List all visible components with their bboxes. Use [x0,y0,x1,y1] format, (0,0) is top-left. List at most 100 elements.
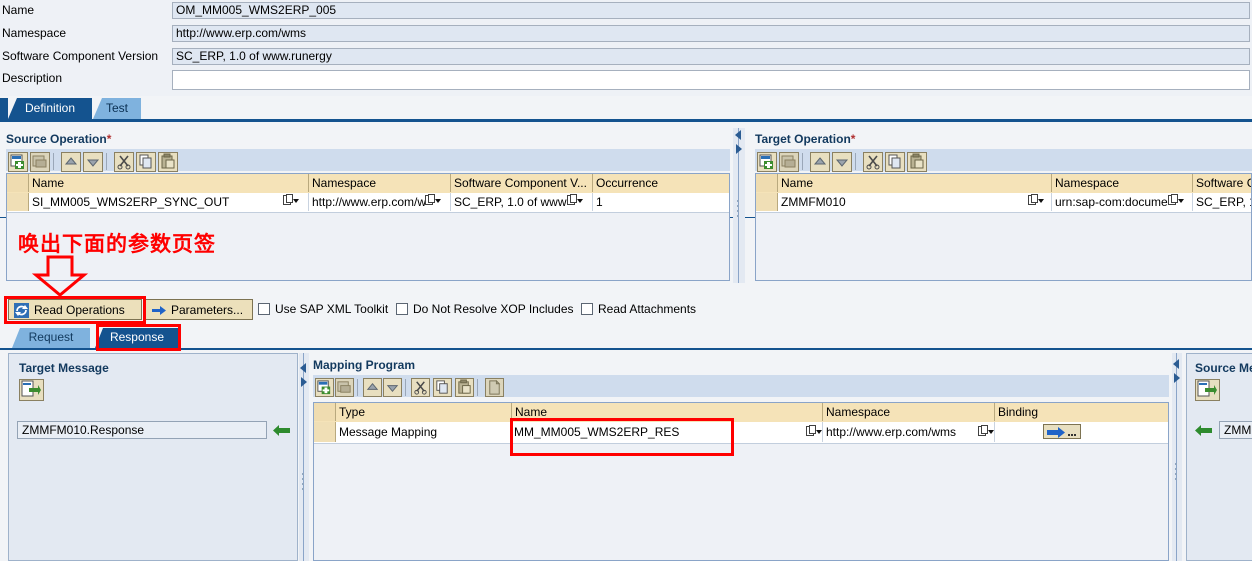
insert-row-icon[interactable] [757,152,777,172]
paste-icon[interactable] [907,152,927,172]
collapse-left-icon[interactable] [735,130,741,140]
value-help-icon[interactable] [283,194,299,209]
field-label-namespace: Namespace [2,26,67,40]
cut-icon[interactable] [863,152,883,172]
target-operation-toolbar [755,149,1252,172]
tab-definition[interactable]: Definition [8,98,92,119]
move-down-icon[interactable] [832,152,852,172]
open-editor-icon[interactable] [1195,379,1220,401]
mapping-row-name[interactable]: MM_MM005_WMS2ERP_RES [512,422,823,442]
value-help-icon[interactable] [1168,194,1184,209]
parameters-button[interactable]: Parameters... [145,299,253,320]
mapping-table-header-type[interactable]: Type [336,403,512,421]
tab-request[interactable]: Request [12,328,90,348]
mapping-row-binding[interactable] [995,422,1168,442]
target-message-panel: Target Message ZMMFM010.Response [8,353,298,561]
splitter-grip[interactable] [1174,463,1178,483]
description-field[interactable] [172,70,1250,90]
software-component-version-field[interactable]: SC_ERP, 1.0 of www.runergy [172,48,1250,65]
collapse-right-icon[interactable] [1174,373,1180,383]
source-table-header-occurrence[interactable]: Occurrence [593,174,729,192]
source-table-gutter-header [7,174,29,192]
sub-tabstrip: Request Response [0,328,1252,350]
copy-icon[interactable] [433,378,452,397]
splitter-grip[interactable] [736,200,740,220]
tab-response-label: Response [109,330,165,344]
header-form: Name OM_MM005_WMS2ERP_005 Namespace http… [0,0,1252,96]
move-up-icon[interactable] [61,152,81,172]
green-left-arrow-icon[interactable] [273,425,290,436]
target-row-name[interactable]: ZMMFM010 [778,193,1052,211]
row-selector[interactable] [7,193,29,211]
target-table-gutter-header [756,174,778,192]
checkbox-box[interactable] [581,303,593,315]
mapping-table-header-binding[interactable]: Binding [995,403,1168,421]
target-table-header-namespace[interactable]: Namespace [1052,174,1193,192]
read-operations-button[interactable]: Read Operations [8,299,142,320]
insert-row-icon[interactable] [8,152,28,172]
checkbox-box[interactable] [396,303,408,315]
tab-test[interactable]: Test [93,98,141,119]
target-table-header-name[interactable]: Name [778,174,1052,192]
cut-icon[interactable] [114,152,134,172]
row-selector[interactable] [314,422,336,442]
row-selector[interactable] [756,193,778,211]
table-row[interactable]: SI_MM005_WMS2ERP_SYNC_OUT http://www.erp… [7,193,729,213]
target-row-scv[interactable]: SC_ERP, 1 [1193,193,1251,211]
binding-arrow-icon[interactable] [1043,424,1081,439]
splitter-grip[interactable] [301,473,305,493]
target-message-title: Target Message [19,361,109,375]
mapping-row-type[interactable]: Message Mapping [336,422,512,442]
mapping-row-namespace[interactable]: http://www.erp.com/wms [823,422,995,442]
source-table-header-namespace[interactable]: Namespace [309,174,451,192]
mapping-table-header-name[interactable]: Name [512,403,823,421]
new-document-icon[interactable] [485,378,504,397]
table-row[interactable]: ZMMFM010 urn:sap-com:docume SC_ERP, 1 [756,193,1251,213]
table-row[interactable]: Message Mapping MM_MM005_WMS2ERP_RES htt… [314,422,1168,444]
mapping-table-header: Type Name Namespace Binding [314,403,1168,423]
cut-icon[interactable] [411,378,430,397]
value-help-icon[interactable] [1028,194,1044,209]
paste-icon[interactable] [455,378,474,397]
copy-icon[interactable] [885,152,905,172]
move-down-icon[interactable] [383,378,402,397]
form-row-scv: Software Component Version SC_ERP, 1.0 o… [0,48,1252,66]
source-message-field[interactable]: ZMMF [1219,421,1252,439]
source-row-occurrence[interactable]: 1 [593,193,729,211]
source-operation-table-header: Name Namespace Software Component V... O… [7,174,729,194]
insert-row-icon[interactable] [315,378,334,397]
form-row-namespace: Namespace http://www.erp.com/wms [0,25,1252,43]
collapse-left-icon[interactable] [300,363,306,373]
target-message-field[interactable]: ZMMFM010.Response [17,421,267,439]
paste-icon[interactable] [158,152,178,172]
collapse-right-icon[interactable] [301,377,307,387]
collapse-left-icon[interactable] [1173,359,1179,369]
collapse-right-icon[interactable] [736,144,742,154]
move-up-icon[interactable] [363,378,382,397]
panel-splitter-right[interactable] [1172,353,1182,561]
tab-test-label: Test [105,101,128,115]
move-up-icon[interactable] [810,152,830,172]
value-help-icon[interactable] [425,194,441,209]
panel-splitter-left[interactable] [299,353,309,561]
namespace-field[interactable]: http://www.erp.com/wms [172,25,1250,42]
move-down-icon[interactable] [83,152,103,172]
source-table-header-name[interactable]: Name [29,174,309,192]
checkbox-box[interactable] [258,303,270,315]
open-editor-icon[interactable] [19,379,44,401]
value-help-icon[interactable] [978,425,994,440]
checkbox-label: Use SAP XML Toolkit [275,302,389,316]
source-row-name[interactable]: SI_MM005_WMS2ERP_SYNC_OUT [29,193,309,211]
value-help-icon[interactable] [806,425,822,440]
green-left-arrow-icon[interactable] [1195,425,1212,436]
value-help-icon[interactable] [567,194,583,209]
panel-splitter[interactable] [733,128,745,283]
source-table-header-scv[interactable]: Software Component V... [451,174,593,192]
name-field[interactable]: OM_MM005_WMS2ERP_005 [172,2,1250,19]
copy-icon[interactable] [136,152,156,172]
read-operations-label: Read Operations [34,303,125,317]
red-down-arrow-icon [32,255,89,297]
target-table-header-scv[interactable]: Software C [1193,174,1251,192]
mapping-table-header-namespace[interactable]: Namespace [823,403,995,421]
tab-response[interactable]: Response [95,328,179,348]
